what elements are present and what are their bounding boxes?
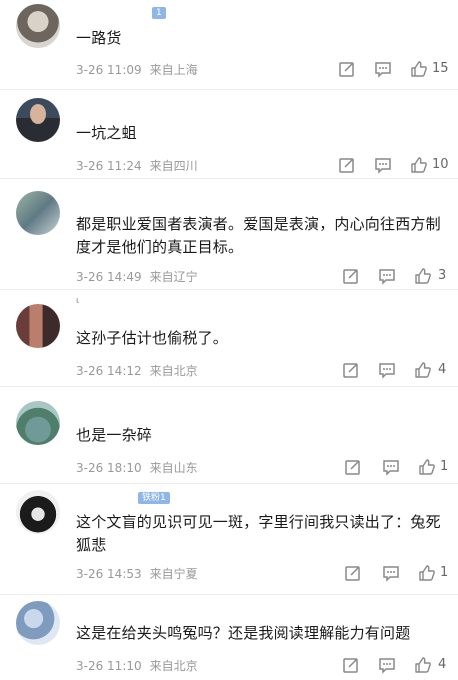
avatar[interactable] (16, 490, 60, 534)
avatar[interactable] (16, 4, 60, 48)
share-icon[interactable] (344, 564, 362, 582)
comment-icon[interactable] (378, 656, 396, 674)
like-count: 10 (432, 157, 449, 172)
comment-icon[interactable] (378, 267, 396, 285)
thumbs-up-icon[interactable] (418, 458, 436, 476)
avatar[interactable] (16, 401, 60, 445)
comment-text: 都是职业爱国者表演者。爱国是表演，内心向往西方制度才是他们的真正目标。 (76, 215, 441, 256)
comment-meta: 3-26 18:10 来自山东 (76, 459, 198, 476)
comment-icon[interactable] (374, 60, 392, 78)
like-count: 3 (438, 268, 447, 283)
comment-item-3: 都是职业爱国者表演者。爱国是表演，内心向往西方制度才是他们的真正目标。 3-26… (0, 179, 458, 289)
comment-meta: 3-26 11:09 来自上海 (76, 61, 198, 78)
like-count: 1 (440, 459, 449, 474)
comment-meta: 3-26 11:10 来自北京 (76, 657, 198, 674)
comment-text: 这孙子估计也偷税了。 (76, 329, 229, 347)
avatar[interactable] (16, 98, 60, 142)
share-icon[interactable] (338, 60, 356, 78)
comment-date: 3-26 14:12 (76, 364, 142, 378)
comment-date: 3-26 14:49 (76, 270, 142, 284)
comment-location: 来自山东 (149, 461, 198, 475)
comment-location: 来自四川 (149, 159, 198, 173)
comment-meta: 3-26 14:49 来自辽宁 (76, 268, 198, 285)
comment-meta: 3-26 14:12 来自北京 (76, 362, 198, 379)
comment-location: 来自宁夏 (149, 567, 198, 581)
comment-date: 3-26 14:53 (76, 567, 142, 581)
comment-location: 来自北京 (149, 659, 198, 673)
thumbs-up-icon[interactable] (414, 267, 432, 285)
comment-icon[interactable] (382, 564, 400, 582)
comment-date: 3-26 11:10 (76, 659, 142, 673)
share-icon[interactable] (342, 267, 360, 285)
comment-item-7: 这是在给夹头鸣冤吗？还是我阅读理解能力有问题 3-26 11:10 来自北京 4 (0, 595, 458, 680)
comment-location: 来自辽宁 (149, 270, 198, 284)
like-count: 15 (432, 61, 449, 76)
thumbs-up-icon[interactable] (410, 60, 428, 78)
share-icon[interactable] (342, 361, 360, 379)
like-count: 4 (438, 362, 447, 377)
comment-date: 3-26 11:24 (76, 159, 142, 173)
comment-icon[interactable] (374, 156, 392, 174)
share-icon[interactable] (338, 156, 356, 174)
comment-icon[interactable] (378, 361, 396, 379)
comment-location: 来自北京 (149, 364, 198, 378)
comment-item-2: 一坑之蛆 3-26 11:24 来自四川 10 (0, 90, 458, 178)
thumbs-up-icon[interactable] (414, 361, 432, 379)
like-count: 4 (438, 657, 447, 672)
comment-text: 也是一杂碎 (76, 426, 153, 444)
thumbs-up-icon[interactable] (414, 656, 432, 674)
comment-text: 一坑之蛆 (76, 124, 137, 142)
thumbs-up-icon[interactable] (410, 156, 428, 174)
thumbs-up-icon[interactable] (418, 564, 436, 582)
avatar[interactable] (16, 304, 60, 348)
mark: ɩ (76, 296, 80, 306)
avatar[interactable] (16, 601, 60, 645)
comment-location: 来自上海 (149, 63, 198, 77)
comment-text: 这是在给夹头鸣冤吗？还是我阅读理解能力有问题 (76, 624, 411, 642)
comment-meta: 3-26 14:53 来自宁夏 (76, 565, 198, 582)
comment-text: 一路货 (76, 29, 122, 47)
avatar[interactable] (16, 191, 60, 235)
comment-item-4: ɩ 这孙子估计也偷税了。 3-26 14:12 来自北京 4 (0, 290, 458, 386)
like-count: 1 (440, 565, 449, 580)
comment-date: 3-26 18:10 (76, 461, 142, 475)
comment-text: 这个文盲的见识可见一斑，字里行间我只读出了：兔死狐悲 (76, 513, 441, 554)
fan-badge: 1 (152, 7, 166, 19)
share-icon[interactable] (342, 656, 360, 674)
comment-meta: 3-26 11:24 来自四川 (76, 157, 198, 174)
comment-icon[interactable] (382, 458, 400, 476)
comment-item-6: 铁粉1 这个文盲的见识可见一斑，字里行间我只读出了：兔死狐悲 3-26 14:5… (0, 484, 458, 594)
comment-date: 3-26 11:09 (76, 63, 142, 77)
share-icon[interactable] (344, 458, 362, 476)
comment-item-5: 也是一杂碎 3-26 18:10 来自山东 1 (0, 387, 458, 483)
comment-item-1: 1 一路货 3-26 11:09 来自上海 15 (0, 0, 458, 90)
fan-badge: 铁粉1 (138, 492, 170, 504)
